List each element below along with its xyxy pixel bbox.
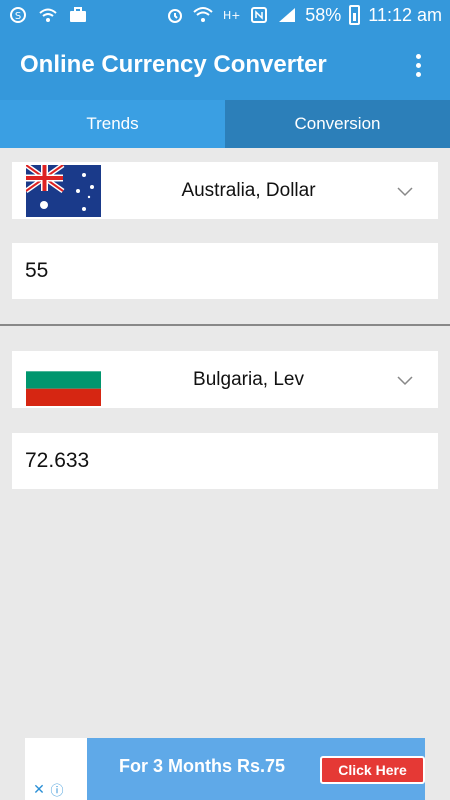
to-currency-select[interactable]: Bulgaria, Lev [12, 351, 438, 408]
data-hplus-icon: H+ [221, 6, 241, 24]
chevron-down-icon [397, 375, 413, 385]
tab-trends[interactable]: Trends [0, 100, 225, 148]
chevron-down-icon [397, 186, 413, 196]
from-amount-field[interactable]: 55 [12, 243, 438, 299]
ad-click-here-button[interactable]: Click Here [320, 756, 425, 784]
from-currency-select[interactable]: Australia, Dollar [12, 162, 438, 219]
to-amount-value: 72.633 [25, 449, 90, 472]
australia-flag-icon [26, 164, 101, 217]
tab-conversion[interactable]: Conversion [225, 100, 450, 148]
bulgaria-flag-icon [26, 353, 101, 406]
divider [0, 324, 450, 326]
alarm-icon [165, 6, 185, 24]
ad-banner[interactable]: For 3 Months Rs.75 Click Here [25, 738, 425, 800]
tab-bar: Trends Conversion [0, 100, 450, 148]
battery-icon [349, 5, 361, 25]
to-currency-label: Bulgaria, Lev [193, 368, 304, 390]
skype-icon: S [8, 6, 28, 24]
from-amount-value: 55 [25, 259, 49, 282]
battery-percent: 58% [305, 4, 342, 25]
ad-close-icon[interactable]: ✕ [30, 779, 48, 800]
app-bar: Online Currency Converter [0, 30, 450, 100]
from-currency-label: Australia, Dollar [181, 179, 316, 201]
app-title: Online Currency Converter [20, 51, 327, 78]
ad-promo-text: For 3 Months Rs.75 [119, 756, 286, 776]
briefcase-icon [68, 6, 88, 24]
ad-info-icon[interactable]: ⓘ [48, 779, 66, 800]
clock: 11:12 am [368, 4, 442, 25]
nfc-icon [249, 6, 269, 24]
svg-text:H+: H+ [223, 9, 241, 22]
status-bar: S H+ 58% 11:12 am [0, 0, 450, 30]
to-amount-field[interactable]: 72.633 [12, 433, 438, 489]
wifi-calling-icon [38, 6, 58, 24]
wifi-icon [193, 6, 213, 24]
signal-icon [277, 6, 297, 24]
svg-text:S: S [15, 11, 21, 22]
overflow-menu-icon[interactable] [406, 50, 430, 80]
